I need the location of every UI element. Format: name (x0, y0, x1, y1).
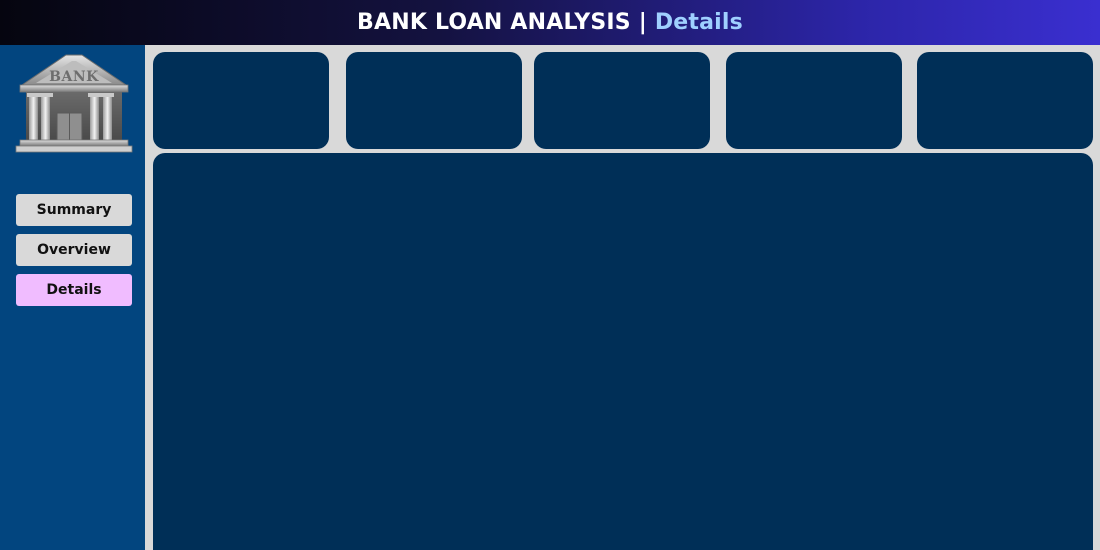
header-bar: BANK LOAN ANALYSIS | Details (0, 0, 1100, 45)
details-table-panel (153, 153, 1093, 550)
page-title: BANK LOAN ANALYSIS | Details (357, 10, 743, 35)
kpi-card-5 (917, 52, 1093, 149)
title-separator: | (638, 10, 647, 35)
kpi-card-2 (346, 52, 522, 149)
title-main: BANK LOAN ANALYSIS (357, 10, 631, 35)
kpi-card-3 (534, 52, 710, 149)
bank-logo-text: BANK (49, 69, 99, 85)
nav-summary-button[interactable]: Summary (16, 194, 132, 226)
bank-building-icon: BANK (14, 51, 134, 157)
title-page-name: Details (654, 10, 743, 35)
page-nav: Summary Overview Details (16, 194, 132, 306)
sidebar: BANK Summary Overview Details (0, 45, 145, 550)
kpi-card-1 (153, 52, 329, 149)
kpi-card-4 (726, 52, 902, 149)
nav-details-button[interactable]: Details (16, 274, 132, 306)
nav-overview-button[interactable]: Overview (16, 234, 132, 266)
